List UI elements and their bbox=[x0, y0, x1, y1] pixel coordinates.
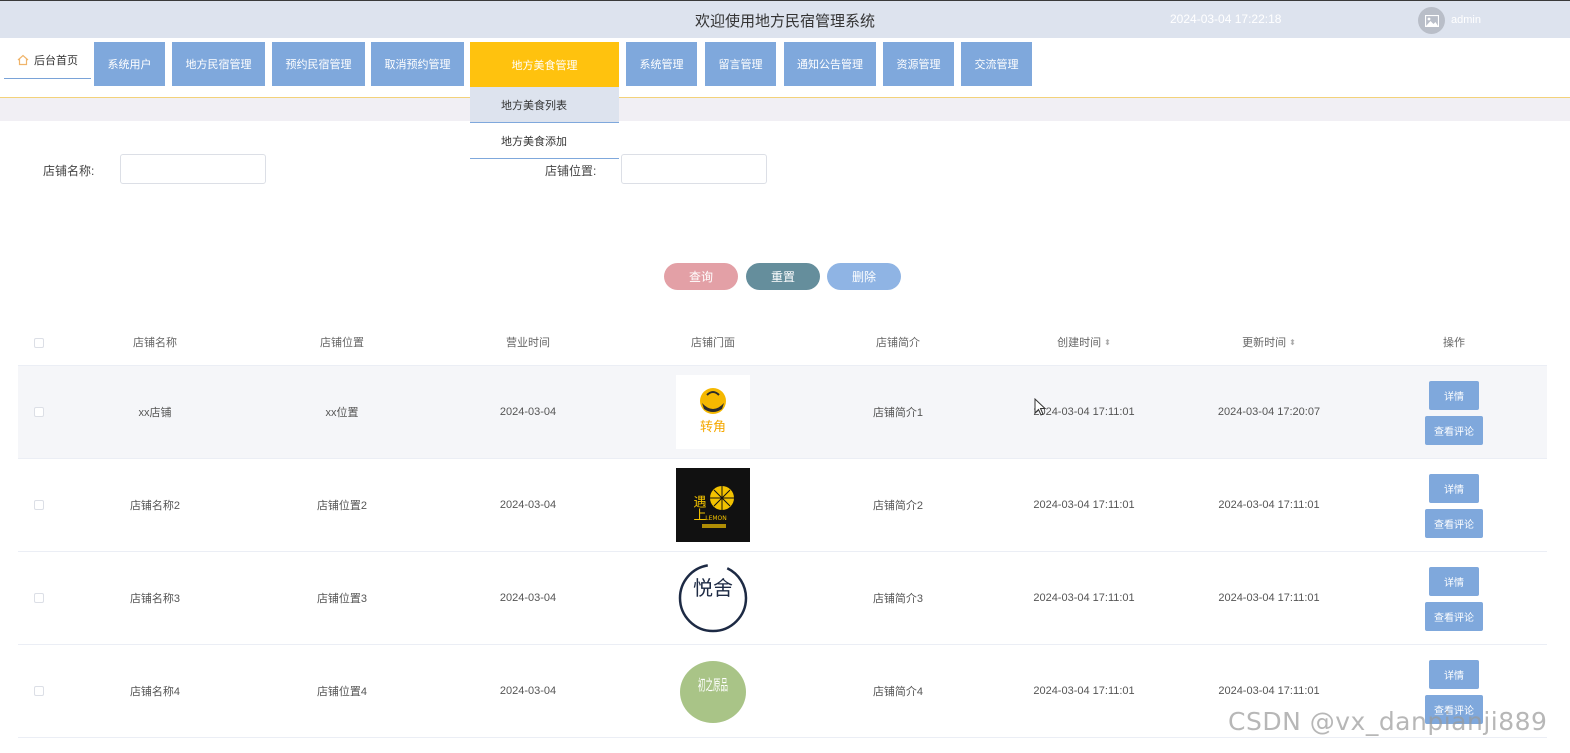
nav-local-food[interactable]: 地方美食管理 bbox=[470, 42, 619, 88]
nav-messages[interactable]: 留言管理 bbox=[705, 42, 776, 86]
watermark: CSDN @vx_danpianji889 bbox=[1228, 707, 1548, 736]
row-checkbox[interactable] bbox=[34, 593, 44, 603]
header-divider bbox=[0, 97, 1570, 121]
cell-intro: 店铺简介2 bbox=[872, 500, 924, 512]
row-checkbox[interactable] bbox=[34, 500, 44, 510]
shop-logo-yushang: 遇上 LEMON bbox=[676, 468, 750, 542]
cell-intro: 店铺简介1 bbox=[872, 407, 924, 419]
cell-created: 2024-03-04 17:11:01 bbox=[1033, 406, 1135, 418]
cell-updated: 2024-03-04 17:11:01 bbox=[1218, 685, 1320, 697]
table-row: 店铺名称2 店铺位置2 2024-03-04 遇上 LEMON 店铺简介2 20… bbox=[18, 459, 1547, 552]
cell-updated: 2024-03-04 17:11:01 bbox=[1218, 592, 1320, 604]
col-intro: 店铺简介 bbox=[876, 337, 920, 349]
cell-created: 2024-03-04 17:11:01 bbox=[1033, 499, 1135, 511]
col-actions: 操作 bbox=[1443, 337, 1465, 349]
nav-resources[interactable]: 资源管理 bbox=[883, 42, 954, 86]
image-icon bbox=[1424, 14, 1439, 27]
username[interactable]: admin bbox=[1451, 14, 1481, 26]
main-nav: 后台首页 系统用户 地方民宿管理 预约民宿管理 取消预约管理 地方美食管理 系统… bbox=[0, 38, 1570, 98]
top-header: 欢迎使用地方民宿管理系统 2024-03-04 17:22:18 admin bbox=[0, 0, 1570, 38]
food-dropdown-menu: 地方美食列表 地方美食添加 bbox=[470, 87, 619, 159]
food-table: 店铺名称 店铺位置 营业时间 店铺门面 店铺简介 创建时间 ⬍ 更新时间 ⬍ 操作 … bbox=[18, 320, 1547, 738]
cell-shop-name: 店铺名称4 bbox=[129, 686, 181, 698]
view-comments-button[interactable]: 查看评论 bbox=[1425, 602, 1483, 631]
cell-shop-location: xx位置 bbox=[325, 407, 359, 419]
shop-location-input[interactable] bbox=[621, 154, 767, 184]
cell-business-hours: 2024-03-04 bbox=[499, 406, 557, 418]
cell-business-hours: 2024-03-04 bbox=[499, 499, 557, 511]
row-checkbox[interactable] bbox=[34, 407, 44, 417]
detail-button[interactable]: 详情 bbox=[1429, 660, 1479, 689]
menu-item-food-list[interactable]: 地方美食列表 bbox=[470, 87, 619, 123]
storefront-image[interactable]: 遇上 LEMON bbox=[676, 468, 750, 542]
cell-intro: 店铺简介4 bbox=[872, 686, 924, 698]
col-shop-name: 店铺名称 bbox=[133, 337, 177, 349]
cell-business-hours: 2024-03-04 bbox=[499, 685, 557, 697]
cell-created: 2024-03-04 17:11:01 bbox=[1033, 685, 1135, 697]
shop-logo-yueshe: 悦舍 bbox=[678, 563, 748, 633]
col-updated[interactable]: 更新时间 ⬍ bbox=[1242, 320, 1296, 366]
logo-sub-text: LEMON bbox=[705, 515, 727, 522]
cell-shop-location: 店铺位置2 bbox=[316, 500, 368, 512]
storefront-image[interactable]: 转角 bbox=[676, 375, 750, 449]
cell-shop-name: xx店铺 bbox=[138, 407, 172, 419]
table-row: xx店铺 xx位置 2024-03-04 转角 店铺简介1 2024-03-04… bbox=[18, 366, 1547, 459]
row-checkbox[interactable] bbox=[34, 686, 44, 696]
table-header: 店铺名称 店铺位置 营业时间 店铺门面 店铺简介 创建时间 ⬍ 更新时间 ⬍ 操作 bbox=[18, 320, 1547, 366]
detail-button[interactable]: 详情 bbox=[1429, 567, 1479, 596]
shop-logo-zhuanjiao: 转角 bbox=[700, 388, 726, 435]
cell-shop-location: 店铺位置4 bbox=[316, 686, 368, 698]
menu-item-food-add[interactable]: 地方美食添加 bbox=[470, 123, 619, 159]
shop-location-label: 店铺位置: bbox=[545, 164, 597, 178]
storefront-image[interactable]: 初之原品 bbox=[676, 654, 750, 728]
logo-text: 悦舍 bbox=[693, 576, 733, 600]
logo-text: 转角 bbox=[700, 420, 726, 435]
reset-button[interactable]: 重置 bbox=[746, 263, 820, 290]
cell-intro: 店铺简介3 bbox=[872, 593, 924, 605]
sort-icon[interactable]: ⬍ bbox=[1289, 320, 1296, 366]
nav-home[interactable]: 后台首页 bbox=[4, 42, 91, 79]
nav-home-label: 后台首页 bbox=[34, 55, 78, 67]
cell-shop-name: 店铺名称2 bbox=[129, 500, 181, 512]
system-title: 欢迎使用地方民宿管理系统 bbox=[694, 13, 875, 30]
nav-reservation[interactable]: 预约民宿管理 bbox=[272, 42, 365, 86]
shop-name-input[interactable] bbox=[120, 154, 266, 184]
nav-exchange[interactable]: 交流管理 bbox=[961, 42, 1032, 86]
nav-notices[interactable]: 通知公告管理 bbox=[784, 42, 876, 86]
nav-cancel-reservation[interactable]: 取消预约管理 bbox=[371, 42, 464, 86]
detail-button[interactable]: 详情 bbox=[1429, 474, 1479, 503]
nav-system-users[interactable]: 系统用户 bbox=[94, 42, 165, 86]
storefront-image[interactable]: 悦舍 bbox=[676, 561, 750, 635]
detail-button[interactable]: 详情 bbox=[1429, 381, 1479, 410]
logo-text: 初之原品 bbox=[698, 676, 728, 694]
shop-logo-chuzhiyuanpin: 初之原品 bbox=[680, 661, 746, 723]
cell-created: 2024-03-04 17:11:01 bbox=[1033, 592, 1135, 604]
col-storefront: 店铺门面 bbox=[691, 337, 735, 349]
col-updated-label: 更新时间 bbox=[1242, 337, 1287, 349]
shop-name-label: 店铺名称: bbox=[43, 164, 95, 178]
current-datetime: 2024-03-04 17:22:18 bbox=[1170, 12, 1282, 26]
mouse-cursor-icon bbox=[1034, 398, 1046, 416]
delete-button[interactable]: 删除 bbox=[827, 263, 901, 290]
col-shop-location: 店铺位置 bbox=[320, 337, 364, 349]
select-all-checkbox[interactable] bbox=[34, 338, 44, 348]
nav-homestay[interactable]: 地方民宿管理 bbox=[172, 42, 265, 86]
col-business-hours: 营业时间 bbox=[506, 337, 550, 349]
query-button[interactable]: 查询 bbox=[664, 263, 738, 290]
avatar[interactable] bbox=[1418, 7, 1445, 34]
nav-system-management[interactable]: 系统管理 bbox=[626, 42, 697, 86]
table-row: 店铺名称3 店铺位置3 2024-03-04 悦舍 店铺简介3 2024-03-… bbox=[18, 552, 1547, 645]
home-icon bbox=[17, 54, 29, 66]
cell-business-hours: 2024-03-04 bbox=[499, 592, 557, 604]
cell-shop-name: 店铺名称3 bbox=[129, 593, 181, 605]
col-created[interactable]: 创建时间 ⬍ bbox=[1057, 320, 1111, 366]
view-comments-button[interactable]: 查看评论 bbox=[1425, 416, 1483, 445]
cell-shop-location: 店铺位置3 bbox=[316, 593, 368, 605]
sort-icon[interactable]: ⬍ bbox=[1104, 320, 1111, 366]
view-comments-button[interactable]: 查看评论 bbox=[1425, 509, 1483, 538]
logo-text: 遇上 bbox=[691, 495, 707, 521]
cell-updated: 2024-03-04 17:11:01 bbox=[1218, 499, 1320, 511]
cell-updated: 2024-03-04 17:20:07 bbox=[1217, 406, 1321, 418]
col-created-label: 创建时间 bbox=[1057, 337, 1102, 349]
